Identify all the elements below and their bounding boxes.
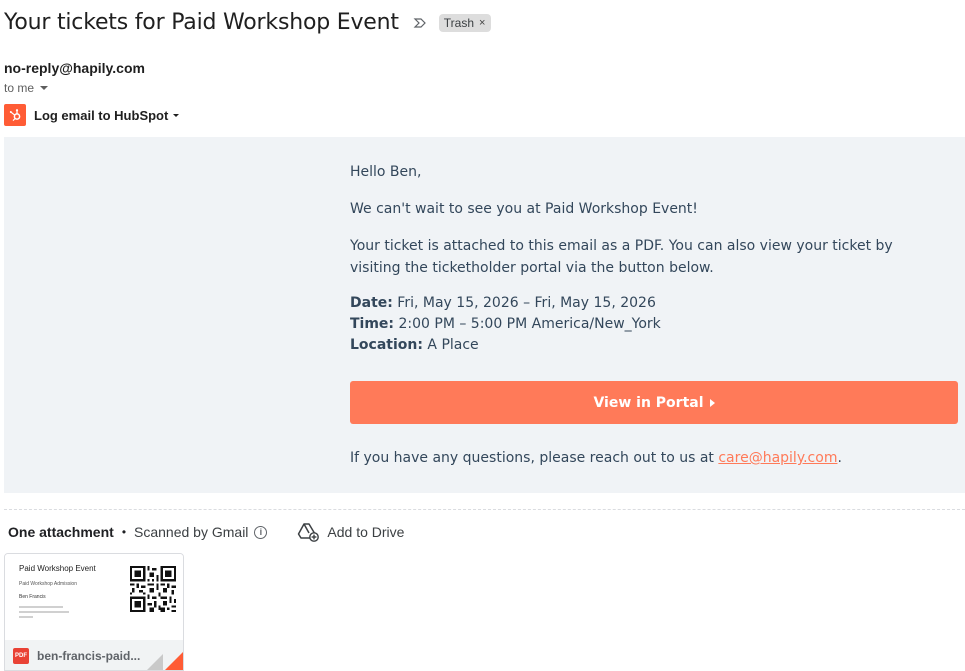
view-in-portal-button[interactable]: View in Portal bbox=[350, 381, 958, 424]
info-icon[interactable]: i bbox=[254, 525, 268, 539]
pdf-icon: PDF bbox=[13, 648, 29, 664]
scanned-by-gmail: Scanned by Gmail bbox=[134, 524, 249, 540]
time-value: 2:00 PM – 5:00 PM America/New_York bbox=[394, 316, 661, 332]
recipient-text: to me bbox=[4, 81, 35, 95]
add-to-drive-label: Add to Drive bbox=[327, 524, 405, 540]
arrow-right-icon bbox=[709, 398, 715, 407]
location-value: A Place bbox=[422, 337, 479, 353]
separator-dot: • bbox=[121, 525, 127, 539]
preview-title: Paid Workshop Event bbox=[19, 564, 96, 573]
date-label: Date: bbox=[350, 295, 393, 311]
attachment-card[interactable]: Paid Workshop Event Paid Workshop Admiss… bbox=[4, 553, 184, 671]
importance-marker-icon[interactable] bbox=[413, 16, 427, 30]
pdf-corner-decoration bbox=[163, 652, 183, 670]
intro-text: We can't wait to see you at Paid Worksho… bbox=[350, 201, 698, 217]
attachments-divider bbox=[4, 509, 965, 510]
attachments-count: One attachment bbox=[8, 524, 114, 540]
questions-end: . bbox=[837, 450, 842, 466]
remove-label-icon[interactable]: × bbox=[479, 17, 485, 29]
recipient-details[interactable]: to me bbox=[4, 81, 49, 95]
page-fold-decoration bbox=[145, 654, 163, 670]
qr-code-icon bbox=[130, 566, 176, 612]
preview-text-line bbox=[19, 616, 33, 618]
greeting: Hello Ben, bbox=[350, 164, 422, 180]
email-subject: Your tickets for Paid Workshop Event bbox=[4, 10, 399, 35]
dropdown-caret-icon bbox=[173, 113, 180, 117]
hubspot-sprocket-icon bbox=[4, 104, 26, 126]
attachment-footer: PDF ben-francis-paid... bbox=[5, 640, 183, 670]
date-value: Fri, May 15, 2026 – Fri, May 15, 2026 bbox=[392, 295, 656, 311]
add-to-drive-button[interactable]: Add to Drive bbox=[297, 522, 404, 542]
preview-text-line bbox=[19, 606, 63, 608]
hubspot-label: Log email to HubSpot bbox=[34, 107, 169, 123]
attachments-header: One attachment • Scanned by Gmail i Add … bbox=[8, 522, 404, 542]
email-body: Hello Ben, We can't wait to see you at P… bbox=[4, 137, 965, 493]
add-to-drive-icon bbox=[298, 523, 320, 542]
hubspot-log-email[interactable]: Log email to HubSpot bbox=[4, 104, 180, 126]
questions-text: If you have any questions, please reach … bbox=[350, 448, 842, 469]
questions-lead: If you have any questions, please reach … bbox=[350, 450, 719, 466]
event-date: Date: Fri, May 15, 2026 – Fri, May 15, 2… bbox=[350, 293, 656, 314]
time-label: Time: bbox=[350, 316, 395, 332]
pdf-preview: Paid Workshop Event Paid Workshop Admiss… bbox=[5, 554, 183, 640]
subject-row: Your tickets for Paid Workshop Event Tra… bbox=[4, 10, 492, 35]
preview-name: Ben Francis bbox=[19, 594, 46, 600]
hubspot-menu[interactable]: Log email to HubSpot bbox=[34, 107, 180, 123]
preview-text-line bbox=[19, 611, 69, 613]
trash-label-chip[interactable]: Trash × bbox=[438, 13, 492, 32]
attachment-filename: ben-francis-paid... bbox=[37, 649, 141, 663]
label-text: Trash bbox=[443, 15, 475, 30]
chevron-down-icon[interactable] bbox=[40, 86, 49, 90]
event-location: Location: A Place bbox=[350, 335, 479, 356]
sender-address: no-reply@hapily.com bbox=[4, 60, 145, 76]
portal-button-label: View in Portal bbox=[593, 394, 704, 411]
event-time: Time: 2:00 PM – 5:00 PM America/New_York bbox=[350, 314, 661, 335]
preview-subtitle: Paid Workshop Admission bbox=[19, 581, 77, 587]
ticket-info-text: Your ticket is attached to this email as… bbox=[350, 238, 893, 276]
location-label: Location: bbox=[350, 337, 423, 353]
contact-email-link[interactable]: care@hapily.com bbox=[718, 450, 837, 466]
